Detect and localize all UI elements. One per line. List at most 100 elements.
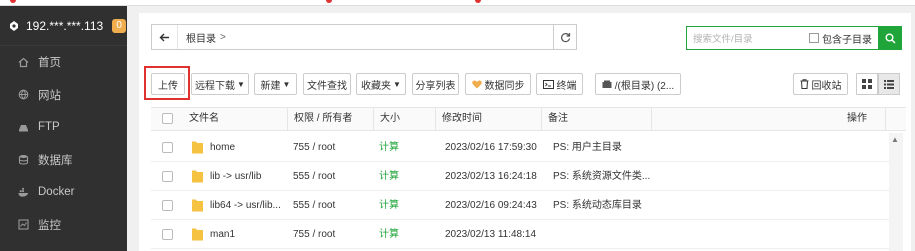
- file-modified-time: 2023/02/13 16:24:18: [445, 171, 537, 182]
- row-checkbox[interactable]: [162, 142, 173, 153]
- column-header-size[interactable]: 大小: [373, 108, 435, 130]
- back-button[interactable]: [152, 25, 178, 49]
- path-bar[interactable]: 根目录 >: [151, 24, 576, 50]
- browser-top-strip: [0, 0, 915, 6]
- folder-icon: [192, 170, 203, 183]
- folder-icon: [192, 141, 203, 154]
- file-table-header: 文件名 权限 / 所有者 大小 修改时间 备注 操作: [151, 107, 906, 131]
- sidebar-item-website[interactable]: 网站: [0, 79, 127, 112]
- table-row[interactable]: man1 755 / root 计算 2023/02/13 11:48:14: [151, 220, 891, 249]
- sidebar: 192.***.***.113 0 首页 网站 FTP 数据库 Docker 监…: [0, 6, 127, 251]
- column-header-note: 备注: [541, 108, 651, 130]
- include-subdir-toggle[interactable]: 包含子目录: [809, 31, 878, 46]
- row-checkbox[interactable]: [162, 200, 173, 211]
- file-modified-time: 2023/02/16 17:59:30: [445, 142, 537, 153]
- column-header-modified[interactable]: 修改时间: [435, 108, 541, 130]
- docker-icon: [18, 187, 29, 198]
- share-list-button[interactable]: 分享列表: [412, 73, 459, 95]
- server-logo-icon: [8, 20, 20, 32]
- chevron-down-icon: ▼: [237, 79, 245, 89]
- chevron-down-icon: ▼: [282, 79, 291, 89]
- grid-view-button[interactable]: [856, 73, 878, 95]
- remote-download-button[interactable]: 远程下载 ▼: [191, 73, 249, 95]
- file-permission[interactable]: 555 / root: [293, 191, 373, 220]
- upload-button[interactable]: 上传: [151, 73, 185, 95]
- table-scrollbar[interactable]: ▲: [889, 133, 903, 251]
- data-sync-button[interactable]: 数据同步: [465, 73, 531, 95]
- sidebar-item-label: 网站: [38, 89, 61, 102]
- strip-mark: [475, 0, 481, 3]
- table-row[interactable]: home 755 / root 计算 2023/02/16 17:59:30 P…: [151, 133, 891, 162]
- strip-mark: [10, 0, 16, 3]
- home-icon: [18, 57, 29, 68]
- strip-mark: [326, 0, 332, 3]
- disk-icon: [602, 80, 612, 88]
- file-size-calc[interactable]: 计算: [379, 191, 429, 220]
- recycle-bin-button[interactable]: 回收站: [793, 73, 848, 95]
- file-permission[interactable]: 755 / root: [293, 220, 373, 249]
- file-permission[interactable]: 555 / root: [293, 162, 373, 191]
- favorites-button[interactable]: 收藏夹 ▼: [356, 73, 406, 95]
- file-note[interactable]: PS: 用户主目录: [553, 133, 653, 162]
- search-button[interactable]: [878, 26, 902, 50]
- row-checkbox[interactable]: [162, 171, 173, 182]
- list-view-button[interactable]: [878, 73, 900, 95]
- sidebar-item-label: 数据库: [38, 154, 73, 167]
- monitor-icon: [18, 219, 29, 230]
- folder-icon: [192, 228, 203, 241]
- include-subdir-checkbox[interactable]: [809, 33, 819, 43]
- server-header[interactable]: 192.***.***.113 0: [0, 6, 127, 46]
- grid-icon: [862, 79, 872, 89]
- row-checkbox[interactable]: [162, 229, 173, 240]
- search-input[interactable]: 搜索文件/目录: [687, 31, 809, 45]
- table-row[interactable]: lib64 -> usr/lib... 555 / root 计算 2023/0…: [151, 191, 891, 220]
- file-permission[interactable]: 755 / root: [293, 133, 373, 162]
- sync-heart-icon: [471, 80, 482, 88]
- file-search-button[interactable]: 文件查找: [303, 73, 351, 95]
- breadcrumb-root[interactable]: 根目录: [178, 30, 216, 45]
- refresh-button[interactable]: [553, 24, 577, 50]
- file-name[interactable]: lib64 -> usr/lib...: [210, 191, 294, 220]
- file-name[interactable]: lib -> usr/lib: [210, 162, 288, 191]
- file-note[interactable]: [553, 220, 653, 249]
- sidebar-item-docker[interactable]: Docker: [0, 176, 127, 209]
- sidebar-item-monitor[interactable]: 监控: [0, 209, 127, 242]
- chevron-down-icon: ▼: [393, 79, 401, 89]
- file-name[interactable]: home: [210, 133, 288, 162]
- file-note[interactable]: PS: 系统资源文件类...: [553, 162, 653, 191]
- folder-icon: [192, 199, 203, 212]
- column-header-name[interactable]: 文件名: [183, 108, 287, 130]
- list-icon: [884, 79, 894, 89]
- file-size-calc[interactable]: 计算: [379, 133, 429, 162]
- disk-button[interactable]: /(根目录) (2...: [595, 73, 681, 95]
- search-icon: [885, 33, 896, 44]
- ftp-icon: [18, 122, 29, 133]
- trash-icon: [800, 79, 808, 89]
- file-size-calc[interactable]: 计算: [379, 162, 429, 191]
- file-size-calc[interactable]: 计算: [379, 220, 429, 249]
- server-name: 192.***.***.113: [26, 18, 104, 33]
- column-header-actions: 操作: [847, 113, 867, 124]
- file-manager-panel: 根目录 > 搜索文件/目录 包含子目录 上传 远程下载 ▼ 新建 ▼ 文件查找 收藏…: [139, 13, 911, 251]
- sidebar-item-database[interactable]: 数据库: [0, 144, 127, 177]
- column-header-permission[interactable]: 权限 / 所有者: [287, 108, 373, 130]
- breadcrumb-separator: >: [220, 31, 226, 43]
- arrow-left-icon: [159, 33, 169, 41]
- terminal-button[interactable]: 终端: [536, 73, 583, 95]
- database-icon: [18, 154, 29, 165]
- table-row[interactable]: lib -> usr/lib 555 / root 计算 2023/02/13 …: [151, 162, 891, 191]
- select-all-checkbox[interactable]: [162, 113, 173, 124]
- terminal-icon: [542, 79, 554, 89]
- server-badge: 0: [112, 18, 127, 33]
- sidebar-item-label: 首页: [38, 57, 61, 70]
- sidebar-item-label: Docker: [38, 186, 75, 199]
- sidebar-item-home[interactable]: 首页: [0, 46, 127, 79]
- new-button[interactable]: 新建 ▼: [254, 73, 297, 95]
- sidebar-item-ftp[interactable]: FTP: [0, 111, 127, 144]
- globe-icon: [18, 89, 29, 100]
- scroll-up-icon[interactable]: ▲: [891, 135, 899, 144]
- file-note[interactable]: PS: 系统动态库目录: [553, 191, 653, 220]
- file-name[interactable]: man1: [210, 220, 288, 249]
- sidebar-item-label: 监控: [38, 219, 61, 232]
- file-modified-time: 2023/02/16 09:24:43: [445, 200, 537, 211]
